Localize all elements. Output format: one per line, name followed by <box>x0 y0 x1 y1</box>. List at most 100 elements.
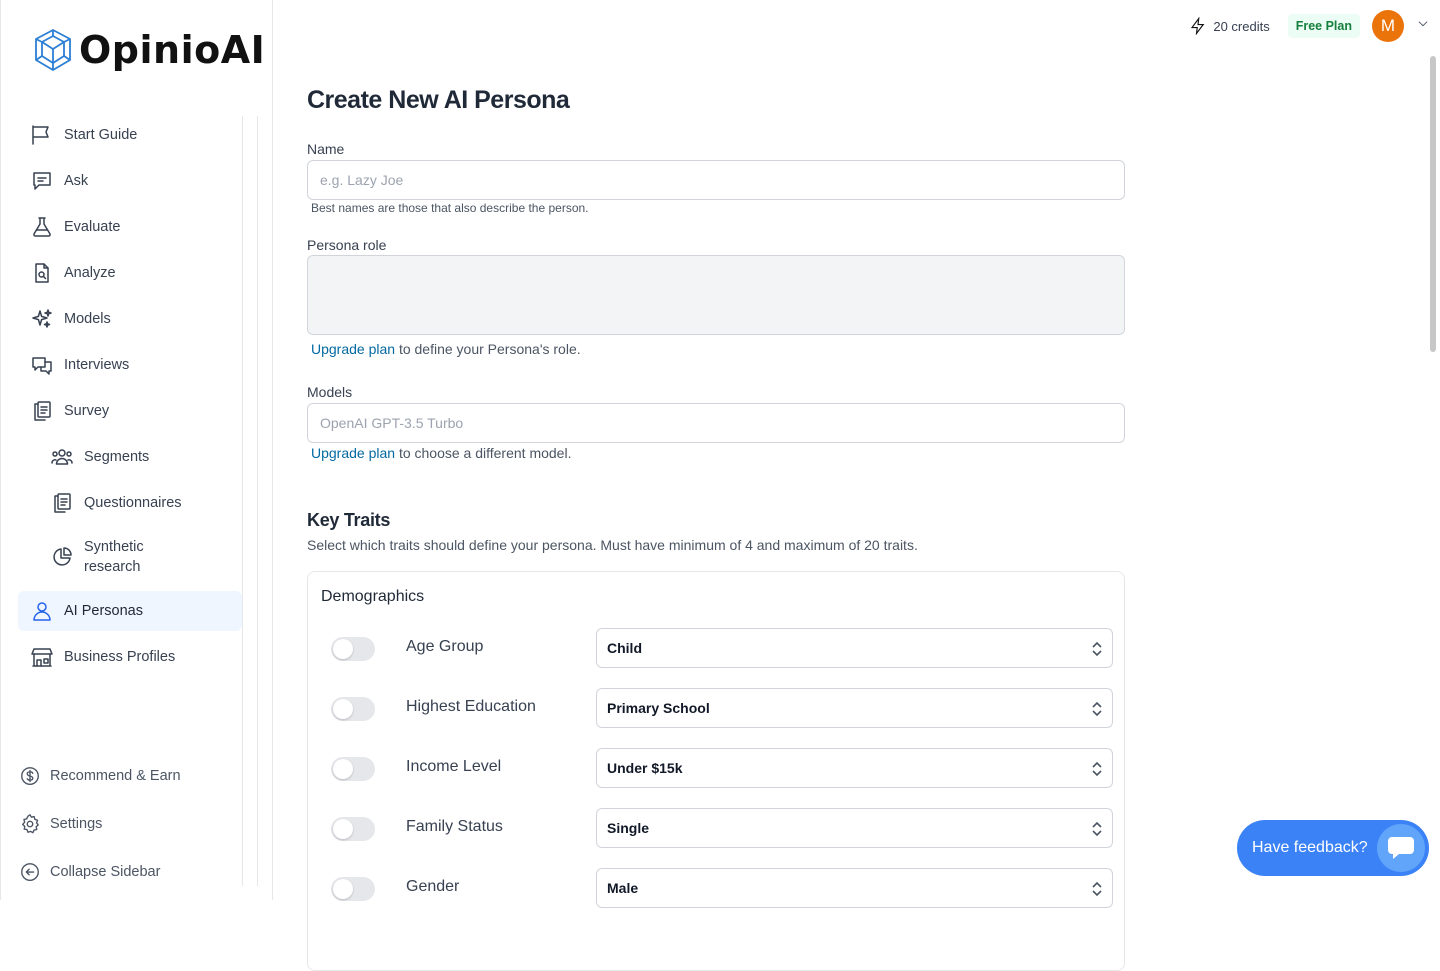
page-scrollbar-thumb[interactable] <box>1430 56 1436 352</box>
select-value: Single <box>607 820 650 836</box>
sidebar-item-ask[interactable]: Ask <box>18 161 242 201</box>
collapse-sidebar-button[interactable]: Collapse Sidebar <box>19 861 160 883</box>
toggle-knob <box>333 639 353 659</box>
select-value: Primary School <box>607 700 710 716</box>
sidebar-item-label: Ask <box>64 173 89 189</box>
sidebar-item-ai-personas[interactable]: AI Personas <box>18 591 242 631</box>
toggle-knob <box>333 819 353 839</box>
highest-education-toggle[interactable] <box>331 697 375 721</box>
doc-search-icon <box>35 263 49 283</box>
income-level-toggle[interactable] <box>331 757 375 781</box>
sidebar-item-label: Analyze <box>64 265 116 281</box>
topbar: 20 credits Free Plan M <box>1189 10 1430 42</box>
toggle-knob <box>333 699 353 719</box>
chevron-up-down-icon <box>1092 701 1102 717</box>
chevron-up-down-icon <box>1092 821 1102 837</box>
sparkles-icon <box>32 309 52 328</box>
sidebar-item-label: Questionnaires <box>84 495 182 511</box>
feedback-label: Have feedback? <box>1252 839 1368 856</box>
select-value: Under $15k <box>607 760 683 776</box>
sidebar-item-label: Start Guide <box>64 127 138 143</box>
arrow-left-circle-icon <box>21 863 39 881</box>
trait-label: Income Level <box>406 758 502 775</box>
name-hint: Best names are those that also describe … <box>311 201 589 215</box>
building-icon <box>31 648 53 667</box>
trait-label: Family Status <box>406 818 503 835</box>
select-value: Child <box>607 640 642 656</box>
sidebar-item-questionnaires[interactable]: Questionnaires <box>18 483 242 523</box>
sidebar-item-label: Synthetic research <box>84 539 144 575</box>
recommend-earn-link[interactable]: Recommend & Earn <box>19 765 181 787</box>
sidebar-item-label: AI Personas <box>64 603 143 619</box>
sidebar-scrollbar[interactable] <box>242 116 258 886</box>
demographics-card: Demographics Age Group Child Highest Edu… <box>307 571 1125 971</box>
page-scrollbar[interactable] <box>1426 52 1438 900</box>
chevron-down-icon <box>1418 20 1428 26</box>
chevron-up-down-icon <box>1092 881 1102 897</box>
upgrade-note-text: to choose a different model. <box>395 445 572 461</box>
trait-row-income-level: Income Level Under $15k <box>308 748 1126 788</box>
logo[interactable]: OpinioAI <box>33 28 265 72</box>
income-level-select[interactable]: Under $15k <box>596 748 1113 788</box>
trait-row-family-status: Family Status Single <box>308 808 1126 848</box>
trait-row-highest-education: Highest Education Primary School <box>308 688 1126 728</box>
name-input[interactable]: e.g. Lazy Joe <box>307 160 1125 200</box>
sidebar-item-business-profiles[interactable]: Business Profiles <box>18 637 242 677</box>
sidebar-item-segments[interactable]: Segments <box>18 437 242 477</box>
key-traits-description: Select which traits should define your p… <box>307 537 918 553</box>
sidebar-item-survey[interactable]: Survey <box>18 391 242 431</box>
feedback-button[interactable]: Have feedback? <box>1237 820 1429 876</box>
highest-education-select[interactable]: Primary School <box>596 688 1113 728</box>
models-label: Models <box>307 384 353 400</box>
trait-row-age-group: Age Group Child <box>308 628 1126 668</box>
family-status-select[interactable]: Single <box>596 808 1113 848</box>
trait-row-gender: Gender Male <box>308 868 1126 908</box>
credits-label: 20 credits <box>1213 18 1270 34</box>
sidebar: OpinioAI Start Guide Ask Evaluate Analyz… <box>0 0 273 900</box>
credits-indicator[interactable]: 20 credits <box>1189 17 1270 35</box>
family-status-toggle[interactable] <box>331 817 375 841</box>
user-menu-toggle[interactable] <box>1416 17 1430 36</box>
settings-label: Settings <box>50 816 103 832</box>
models-value: OpenAI GPT-3.5 Turbo <box>320 415 464 431</box>
models-upgrade-note: Upgrade plan to choose a different model… <box>311 445 571 461</box>
toggle-knob <box>333 879 353 899</box>
sidebar-item-evaluate[interactable]: Evaluate <box>18 207 242 247</box>
gender-select[interactable]: Male <box>596 868 1113 908</box>
age-group-toggle[interactable] <box>331 637 375 661</box>
upgrade-plan-link[interactable]: Upgrade plan <box>311 445 395 461</box>
sidebar-item-analyze[interactable]: Analyze <box>18 253 242 293</box>
key-traits-title: Key Traits <box>307 510 391 530</box>
sidebar-item-label: Survey <box>64 403 110 419</box>
chevron-up-down-icon <box>1092 761 1102 777</box>
sidebar-item-start-guide[interactable]: Start Guide <box>18 115 242 155</box>
avatar[interactable]: M <box>1372 10 1404 42</box>
age-group-select[interactable]: Child <box>596 628 1113 668</box>
dollar-icon <box>21 767 39 785</box>
trait-label: Age Group <box>406 638 484 655</box>
chevron-up-down-icon <box>1092 641 1102 657</box>
pie-chart-icon <box>53 547 72 566</box>
sidebar-item-label: Segments <box>84 449 150 465</box>
sidebar-item-label: Business Profiles <box>64 649 176 665</box>
sidebar-item-label: Models <box>64 311 111 327</box>
chat-bubbles-icon <box>32 357 52 375</box>
persona-role-textarea <box>307 255 1125 335</box>
settings-link[interactable]: Settings <box>19 813 102 835</box>
lightning-icon <box>1191 17 1205 35</box>
trait-label: Gender <box>406 878 460 895</box>
sidebar-item-label: Evaluate <box>64 219 121 235</box>
sidebar-item-synthetic-research[interactable]: Synthetic research <box>18 529 242 585</box>
sidebar-item-label: Interviews <box>64 357 130 373</box>
select-value: Male <box>607 880 639 896</box>
upgrade-note-text: to define your Persona's role. <box>395 341 581 357</box>
flask-icon <box>33 217 51 237</box>
sidebar-item-interviews[interactable]: Interviews <box>18 345 242 385</box>
clipboard-icon <box>34 401 51 421</box>
upgrade-plan-link[interactable]: Upgrade plan <box>311 341 395 357</box>
plan-badge[interactable]: Free Plan <box>1287 14 1360 38</box>
gender-toggle[interactable] <box>331 877 375 901</box>
chat-bubble-icon <box>1377 824 1425 872</box>
user-icon <box>33 602 51 621</box>
sidebar-item-models[interactable]: Models <box>18 299 242 339</box>
